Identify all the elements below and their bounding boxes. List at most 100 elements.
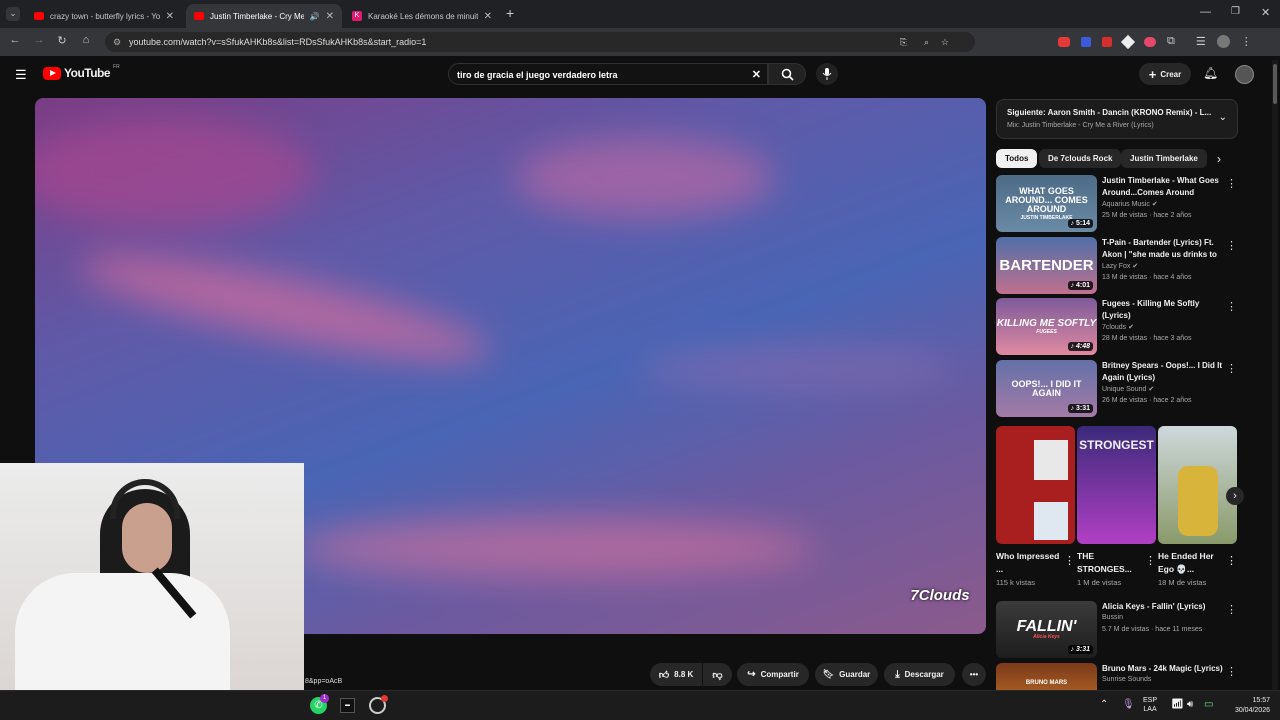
forward-icon[interactable]: → bbox=[31, 34, 47, 46]
short-thumbnail[interactable]: STRONGEST bbox=[1077, 426, 1156, 544]
extension-icon[interactable] bbox=[1081, 36, 1091, 47]
clock[interactable]: 15:57 30/04/2026 bbox=[1226, 696, 1270, 716]
youtube-logo[interactable]: YouTube FR bbox=[43, 64, 120, 80]
extension-icon[interactable] bbox=[1058, 36, 1070, 47]
channel-name[interactable]: Lazy Fox ✔︎ bbox=[1102, 262, 1138, 270]
more-vertical-icon[interactable]: ⋮ bbox=[1226, 177, 1237, 190]
video-thumbnail[interactable]: WHAT GOES AROUND... COMES AROUND JUSTIN … bbox=[996, 175, 1097, 232]
short-thumbnail[interactable] bbox=[1158, 426, 1237, 544]
video-thumbnail[interactable]: OOPS!... I DID IT AGAIN ♪ 3:31 bbox=[996, 360, 1097, 417]
reading-list-icon[interactable]: ☰ bbox=[1196, 35, 1206, 48]
close-tab-icon[interactable]: ✕ bbox=[326, 11, 334, 22]
close-window-icon[interactable]: ✕ bbox=[1261, 6, 1270, 19]
browser-tab-1[interactable]: crazy town - butterfly lyrics - Yo ✕ bbox=[26, 4, 182, 28]
site-info-icon[interactable]: ⚙ bbox=[113, 32, 121, 52]
video-thumbnail[interactable]: KILLING ME SOFTLY FUGEES ♪ 4:48 bbox=[996, 298, 1097, 355]
new-tab-button[interactable]: + bbox=[506, 5, 514, 21]
list-item[interactable]: WHAT GOES AROUND... COMES AROUND JUSTIN … bbox=[996, 175, 1241, 233]
more-vertical-icon[interactable]: ⋮ bbox=[1226, 362, 1237, 375]
profile-avatar-icon[interactable] bbox=[1216, 35, 1230, 48]
back-icon[interactable]: ← bbox=[7, 34, 23, 46]
wifi-icon[interactable]: 📶︎ bbox=[1171, 699, 1184, 710]
video-thumbnail[interactable]: BRUNO MARS bbox=[996, 663, 1097, 690]
list-item[interactable]: BRUNO MARS Bruno Mars - 24k Magic (Lyric… bbox=[996, 663, 1241, 690]
notifications-bell-icon[interactable]: 🔔︎ bbox=[1203, 66, 1218, 80]
more-vertical-icon[interactable]: ⋮ bbox=[1226, 665, 1237, 678]
microphone-in-use-icon[interactable]: 🎙︎ bbox=[1122, 699, 1135, 710]
zoom-icon[interactable]: ⌕ bbox=[924, 32, 929, 52]
search-input[interactable]: tiro de gracia el juego verdadero letra … bbox=[448, 63, 768, 85]
audio-playing-icon[interactable]: 🔊 bbox=[310, 12, 320, 21]
video-frame-cloud bbox=[295, 518, 815, 578]
share-button[interactable]: ↪ Compartir bbox=[737, 663, 809, 686]
input-language[interactable]: ESP LAA bbox=[1143, 696, 1157, 714]
create-button[interactable]: + Crear bbox=[1139, 63, 1191, 85]
close-tab-icon[interactable]: ✕ bbox=[166, 11, 174, 22]
extension-icon[interactable] bbox=[1120, 34, 1136, 49]
list-item[interactable]: OOPS!... I DID IT AGAIN ♪ 3:31 Britney S… bbox=[996, 360, 1241, 418]
more-vertical-icon[interactable]: ⋮ bbox=[1226, 300, 1237, 313]
list-item[interactable]: FALLIN' Alicia Keys ♪ 3:31 Alicia Keys -… bbox=[996, 601, 1241, 659]
more-vertical-icon[interactable]: ⋮ bbox=[1226, 603, 1237, 616]
like-button[interactable]: 👍︎ 8.8 K bbox=[650, 663, 702, 686]
thumbs-up-icon: 👍︎ bbox=[658, 669, 670, 681]
short-item[interactable]: He Ended Her Ego 💀... ⋮ 18 M de vistas bbox=[1158, 426, 1237, 587]
short-thumbnail[interactable] bbox=[996, 426, 1075, 544]
download-button[interactable]: ⤓ Descargar bbox=[884, 663, 955, 686]
channel-name[interactable]: 7clouds ✔︎ bbox=[1102, 323, 1134, 331]
more-vertical-icon[interactable]: ⋮ bbox=[1226, 554, 1237, 567]
hamburger-menu-icon[interactable]: ☰ bbox=[15, 67, 27, 83]
more-vertical-icon[interactable]: ⋮ bbox=[1226, 239, 1237, 252]
chip-7clouds-rock[interactable]: De 7clouds Rock bbox=[1039, 149, 1122, 168]
search-button[interactable] bbox=[768, 63, 806, 85]
video-thumbnail[interactable]: BARTENDER ♪ 4:01 bbox=[996, 237, 1097, 294]
short-item[interactable]: Who Impressed ... ⋮ 115 k vistas bbox=[996, 426, 1075, 587]
extension-icon[interactable] bbox=[1144, 36, 1156, 47]
dislike-button[interactable]: 👎︎ bbox=[703, 663, 732, 686]
page-scrollbar[interactable] bbox=[1272, 60, 1278, 690]
chevron-right-icon[interactable]: › bbox=[1217, 152, 1221, 166]
tab-search-button[interactable]: ⌄ bbox=[6, 7, 20, 21]
shorts-next-arrow-icon[interactable]: › bbox=[1226, 487, 1244, 505]
channel-name[interactable]: Bussin bbox=[1102, 614, 1123, 621]
address-bar[interactable]: ⚙ youtube.com/watch?v=sSfukAHKb8s&list=R… bbox=[105, 32, 975, 52]
battery-icon[interactable]: ▭ bbox=[1204, 699, 1213, 710]
minimize-window-icon[interactable]: — bbox=[1200, 6, 1211, 18]
home-icon[interactable]: ⌂ bbox=[78, 34, 94, 46]
verified-icon: ✔︎ bbox=[1151, 201, 1158, 208]
channel-name[interactable]: Aquarius Music ✔︎ bbox=[1102, 200, 1158, 208]
install-app-icon[interactable]: ⎘ bbox=[900, 32, 907, 52]
more-vertical-icon[interactable]: ⋮ bbox=[1145, 554, 1156, 567]
volume-icon[interactable]: 🔊︎ bbox=[1187, 699, 1193, 710]
browser-tab-2[interactable]: Justin Timberlake - Cry Me 🔊 ✕ bbox=[186, 4, 342, 28]
chrome-app-icon[interactable] bbox=[369, 695, 388, 714]
chip-justin-timberlake[interactable]: Justin Timberlake bbox=[1121, 149, 1207, 168]
bookmark-star-icon[interactable]: ☆ bbox=[941, 32, 949, 52]
bookmark-icon: 🔖︎ bbox=[822, 669, 835, 679]
voice-search-button[interactable] bbox=[816, 63, 838, 85]
reload-icon[interactable]: ↻ bbox=[54, 34, 70, 47]
chevron-down-icon[interactable]: ⌄ bbox=[1219, 112, 1227, 123]
chip-todos[interactable]: Todos bbox=[996, 149, 1038, 168]
scrollbar-thumb[interactable] bbox=[1273, 64, 1277, 104]
more-vertical-icon[interactable]: ⋮ bbox=[1064, 554, 1075, 567]
up-next-card[interactable]: Siguiente: Aaron Smith - Dancin (KRONO R… bbox=[996, 99, 1238, 139]
list-item[interactable]: KILLING ME SOFTLY FUGEES ♪ 4:48 Fugees -… bbox=[996, 298, 1241, 356]
channel-name[interactable]: Sunrise Sounds bbox=[1102, 676, 1151, 683]
account-avatar[interactable] bbox=[1235, 65, 1254, 84]
browser-menu-icon[interactable]: ⋮ bbox=[1241, 35, 1252, 48]
show-hidden-icons-icon[interactable]: ⌃ bbox=[1100, 699, 1108, 710]
extensions-puzzle-icon[interactable]: ⧉ bbox=[1167, 35, 1175, 48]
video-thumbnail[interactable]: FALLIN' Alicia Keys ♪ 3:31 bbox=[996, 601, 1097, 658]
save-button[interactable]: 🔖︎ Guardar bbox=[815, 663, 878, 686]
clear-search-icon[interactable]: ✕ bbox=[752, 64, 761, 86]
more-actions-button[interactable]: ••• bbox=[962, 663, 986, 686]
extension-icon[interactable] bbox=[1102, 36, 1112, 47]
maximize-window-icon[interactable]: ❐ bbox=[1231, 6, 1240, 17]
browser-tab-3[interactable]: K Karaoké Les démons de minuit ✕ bbox=[344, 4, 500, 28]
list-item[interactable]: BARTENDER ♪ 4:01 T-Pain - Bartender (Lyr… bbox=[996, 237, 1241, 295]
close-tab-icon[interactable]: ✕ bbox=[484, 11, 492, 22]
channel-name[interactable]: Unique Sound ✔︎ bbox=[1102, 385, 1154, 393]
short-item[interactable]: STRONGEST THE STRONGES... ⋮ 1 M de vista… bbox=[1077, 426, 1156, 587]
terminal-app-icon[interactable]: ▬ bbox=[340, 698, 355, 713]
